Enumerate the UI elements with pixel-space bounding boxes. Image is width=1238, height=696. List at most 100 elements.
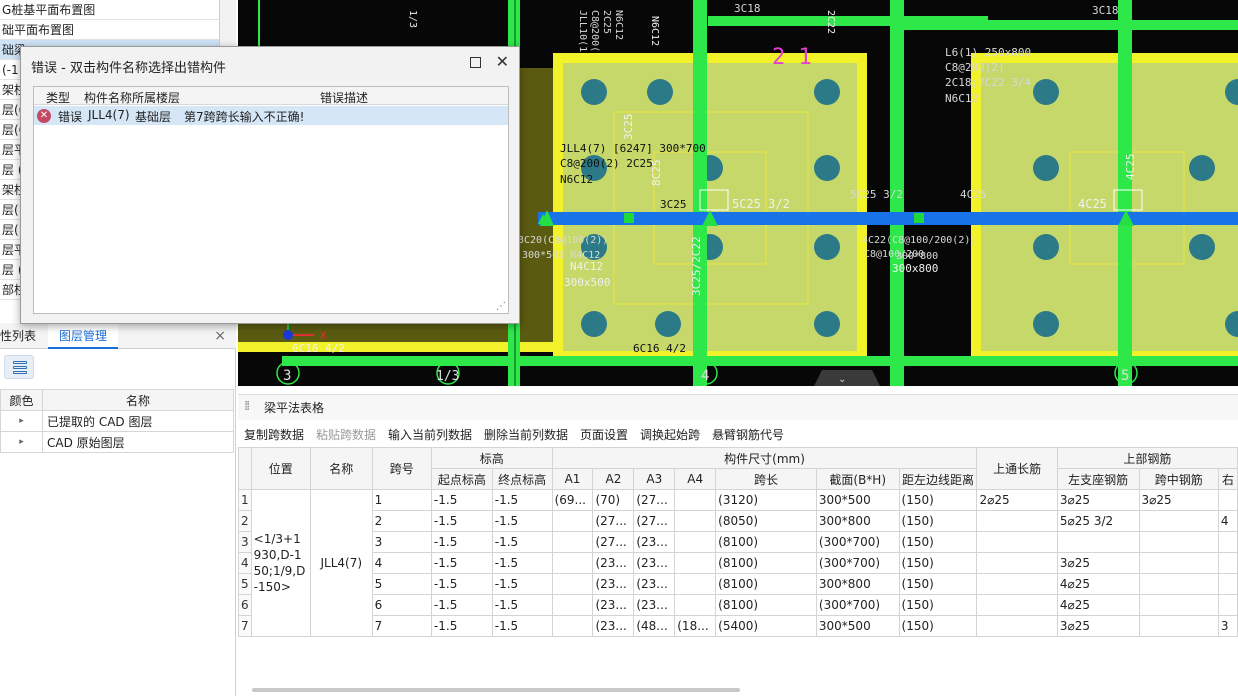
table-row[interactable]: 3 3 -1.5 -1.5 (27... (23... (8100) (300*700) (15…	[238, 531, 1238, 553]
a2-cell[interactable]: (27...	[592, 510, 635, 532]
span-length-cell[interactable]: (8100)	[715, 573, 817, 595]
right-cell[interactable]	[1217, 531, 1238, 553]
table-row[interactable]: ▸ CAD 原始图层	[0, 431, 234, 453]
dist-left-cell[interactable]: (150)	[898, 510, 978, 532]
mid-span-cell[interactable]	[1138, 615, 1219, 637]
copy-span-button[interactable]: 复制跨数据	[244, 426, 304, 443]
right-cell[interactable]: 3	[1217, 615, 1238, 637]
dist-left-cell[interactable]: (150)	[898, 531, 978, 553]
delete-column-button[interactable]: 删除当前列数据	[484, 426, 568, 443]
start-elev-cell[interactable]: -1.5	[430, 510, 493, 532]
right-cell[interactable]	[1217, 594, 1238, 616]
maximize-icon[interactable]	[470, 57, 481, 68]
expand-icon[interactable]: ▸	[0, 410, 43, 432]
close-icon[interactable]: ×	[214, 323, 226, 349]
a4-cell[interactable]	[674, 552, 717, 574]
position-cell[interactable]: <1/3+1930,D-150;1/9,D-150>	[250, 489, 311, 637]
table-row[interactable]: 4 4 -1.5 -1.5 (23... (23... (8100) (300*700) (15…	[238, 552, 1238, 574]
a2-cell[interactable]: (23...	[592, 573, 635, 595]
section-cell[interactable]: (300*700)	[815, 594, 900, 616]
section-cell[interactable]: 300*800	[815, 573, 900, 595]
right-cell[interactable]	[1217, 552, 1238, 574]
tab-layer-management[interactable]: 图层管理	[48, 323, 118, 349]
a1-cell[interactable]: (69...	[551, 489, 594, 511]
a4-cell[interactable]	[674, 510, 717, 532]
span-length-cell[interactable]: (8100)	[715, 531, 817, 553]
start-elev-cell[interactable]: -1.5	[430, 489, 493, 511]
end-elev-cell[interactable]: -1.5	[491, 510, 553, 532]
end-elev-cell[interactable]: -1.5	[491, 489, 553, 511]
a3-cell[interactable]: (23...	[633, 594, 676, 616]
drawing-item[interactable]: 础平面布置图	[0, 20, 219, 40]
start-elev-cell[interactable]: -1.5	[430, 615, 493, 637]
top-through-cell[interactable]	[976, 510, 1058, 532]
input-column-button[interactable]: 输入当前列数据	[388, 426, 472, 443]
end-elev-cell[interactable]: -1.5	[491, 531, 553, 553]
a4-cell[interactable]: (18...	[674, 615, 717, 637]
a4-cell[interactable]	[674, 489, 717, 511]
left-support-cell[interactable]: 5⌀25 3/2	[1056, 510, 1140, 532]
span-cell[interactable]: 1	[371, 489, 432, 511]
a1-cell[interactable]	[551, 552, 594, 574]
a2-cell[interactable]: (27...	[592, 531, 635, 553]
a3-cell[interactable]: (23...	[633, 531, 676, 553]
horizontal-scrollbar[interactable]	[252, 688, 740, 692]
a2-cell[interactable]: (70)	[592, 489, 635, 511]
error-component-name[interactable]: JLL4(7)	[88, 108, 130, 122]
chevron-down-icon[interactable]: ⌄	[838, 374, 846, 385]
span-cell[interactable]: 7	[371, 615, 432, 637]
mid-span-cell[interactable]	[1138, 510, 1219, 532]
section-cell[interactable]: 300*500	[815, 615, 900, 637]
table-row[interactable]: ▸ 已提取的 CAD 图层	[0, 410, 234, 432]
a1-cell[interactable]	[551, 594, 594, 616]
start-elev-cell[interactable]: -1.5	[430, 552, 493, 574]
mid-span-cell[interactable]: 3⌀25	[1138, 489, 1219, 511]
top-through-cell[interactable]	[976, 615, 1058, 637]
top-through-cell[interactable]	[976, 531, 1058, 553]
name-cell[interactable]: JLL4(7)	[309, 489, 373, 637]
a3-cell[interactable]: (48...	[633, 615, 676, 637]
a2-cell[interactable]: (23...	[592, 594, 635, 616]
a1-cell[interactable]	[551, 573, 594, 595]
cantilever-code-button[interactable]: 悬臂钢筋代号	[712, 426, 784, 443]
top-through-cell[interactable]	[976, 552, 1058, 574]
span-cell[interactable]: 5	[371, 573, 432, 595]
end-elev-cell[interactable]: -1.5	[491, 615, 553, 637]
table-row[interactable]: 5 5 -1.5 -1.5 (23... (23... (8100) 300*800 (150)…	[238, 573, 1238, 595]
a3-cell[interactable]: (23...	[633, 573, 676, 595]
span-cell[interactable]: 4	[371, 552, 432, 574]
left-support-cell[interactable]: 4⌀25	[1056, 573, 1140, 595]
resize-grip-icon[interactable]: ⋰	[496, 301, 506, 312]
top-through-cell[interactable]: 2⌀25	[976, 489, 1058, 511]
a3-cell[interactable]: (27...	[633, 510, 676, 532]
top-through-cell[interactable]	[976, 573, 1058, 595]
section-cell[interactable]: (300*700)	[815, 531, 900, 553]
layer-name[interactable]: CAD 原始图层	[42, 431, 234, 453]
mid-span-cell[interactable]	[1138, 531, 1219, 553]
left-support-cell[interactable]: 4⌀25	[1056, 594, 1140, 616]
table-row[interactable]: 7 7 -1.5 -1.5 (23... (48... (18... (5400) 300*50…	[238, 615, 1238, 637]
top-through-cell[interactable]	[976, 594, 1058, 616]
right-cell[interactable]	[1217, 489, 1238, 511]
table-row[interactable]: 1 <1/3+1930,D-150;1/9,D-150> JLL4(7) 1 -1.5-…	[238, 489, 1238, 637]
span-cell[interactable]: 2	[371, 510, 432, 532]
right-cell[interactable]: 4	[1217, 510, 1238, 532]
swap-start-span-button[interactable]: 调换起始跨	[640, 426, 700, 443]
tab-properties[interactable]: 性列表	[0, 323, 46, 349]
page-setup-button[interactable]: 页面设置	[580, 426, 628, 443]
a4-cell[interactable]	[674, 594, 717, 616]
dist-left-cell[interactable]: (150)	[898, 489, 978, 511]
mid-span-cell[interactable]	[1138, 573, 1219, 595]
dist-left-cell[interactable]: (150)	[898, 615, 978, 637]
span-length-cell[interactable]: (5400)	[715, 615, 817, 637]
start-elev-cell[interactable]: -1.5	[430, 573, 493, 595]
close-icon[interactable]: ✕	[496, 52, 509, 71]
drag-handle-icon[interactable]: ⁞⁞	[244, 399, 250, 414]
a1-cell[interactable]	[551, 615, 594, 637]
a1-cell[interactable]	[551, 510, 594, 532]
a3-cell[interactable]: (27...	[633, 489, 676, 511]
section-cell[interactable]: 300*800	[815, 510, 900, 532]
right-cell[interactable]	[1217, 573, 1238, 595]
a4-cell[interactable]	[674, 573, 717, 595]
collapse-tab[interactable]	[814, 370, 880, 386]
